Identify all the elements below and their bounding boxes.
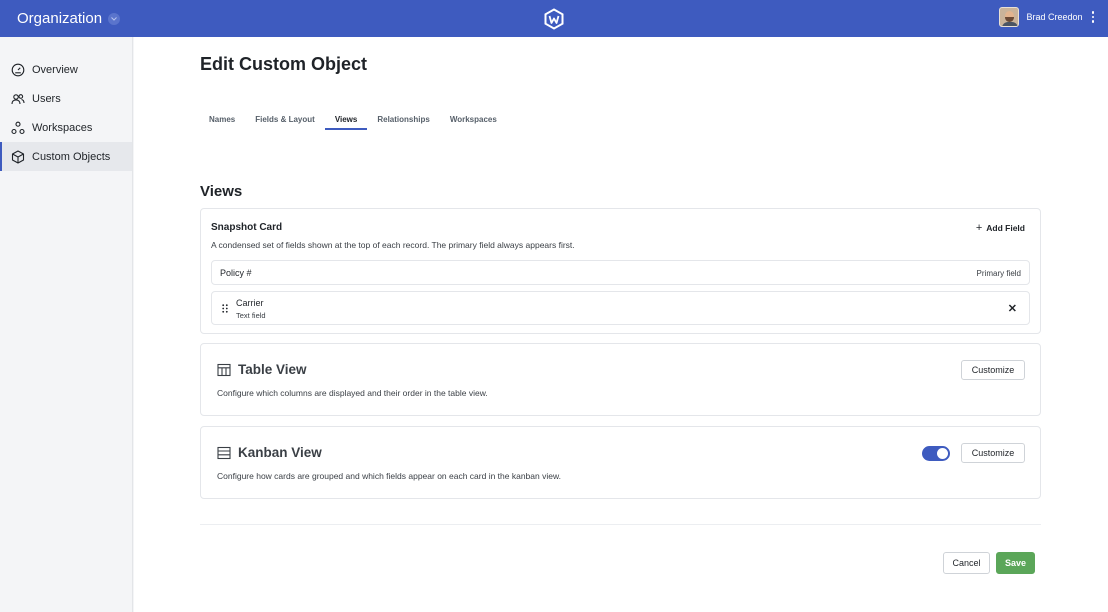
users-icon	[11, 93, 25, 104]
tab-relationships[interactable]: Relationships	[377, 115, 429, 130]
user-name: Brad Creedon	[1026, 12, 1083, 22]
customize-table-button[interactable]: Customize	[961, 360, 1025, 380]
kebab-menu-icon[interactable]	[1091, 11, 1094, 23]
table-view-card: Table View Configure which columns are d…	[200, 343, 1041, 416]
org-switcher[interactable]: Organization	[0, 10, 121, 27]
tab-names[interactable]: Names	[209, 115, 235, 130]
sidebar: Overview Users Workspaces Custom Objects	[0, 37, 133, 612]
sidebar-item-overview[interactable]: Overview	[0, 55, 132, 84]
drag-handle-icon[interactable]	[222, 304, 228, 313]
primary-field-row: Policy # Primary field	[211, 260, 1030, 285]
divider	[200, 524, 1041, 525]
table-view-description: Configure which columns are displayed an…	[217, 388, 488, 398]
tab-fields-layout[interactable]: Fields & Layout	[255, 115, 315, 130]
sidebar-item-workspaces[interactable]: Workspaces	[0, 113, 132, 142]
save-button[interactable]: Save	[996, 552, 1035, 574]
snapshot-card: Snapshot Card A condensed set of fields …	[200, 208, 1041, 334]
table-view-title: Table View	[238, 362, 307, 377]
sidebar-item-label: Users	[32, 92, 61, 105]
table-icon	[217, 363, 231, 376]
tab-bar: Names Fields & Layout Views Relationship…	[209, 115, 517, 130]
org-label: Organization	[17, 10, 103, 27]
user-menu[interactable]: Brad Creedon	[999, 7, 1094, 27]
gauge-icon	[11, 63, 25, 76]
sidebar-item-label: Overview	[32, 63, 78, 76]
field-row[interactable]: Carrier Text field ✕	[211, 291, 1030, 325]
sidebar-item-custom-objects[interactable]: Custom Objects	[0, 142, 132, 171]
avatar	[999, 7, 1020, 27]
sidebar-item-label: Workspaces	[32, 121, 93, 134]
field-type: Text field	[236, 311, 266, 320]
top-bar: Organization Brad Creedon	[0, 0, 1108, 37]
kanban-icon	[217, 446, 231, 459]
kanban-view-card: Kanban View Configure how cards are grou…	[200, 426, 1041, 499]
cancel-button[interactable]: Cancel	[943, 552, 990, 574]
kanban-view-toggle[interactable]	[922, 446, 950, 461]
kanban-view-title: Kanban View	[238, 445, 322, 460]
field-name: Policy #	[220, 268, 252, 278]
remove-field-icon[interactable]: ✕	[1008, 302, 1017, 315]
sidebar-item-label: Custom Objects	[32, 150, 111, 163]
snapshot-card-description: A condensed set of fields shown at the t…	[211, 240, 575, 250]
section-title: Views	[200, 183, 243, 200]
workspaces-icon	[11, 121, 25, 134]
add-field-label: Add Field	[986, 223, 1025, 233]
plus-icon: +	[975, 222, 983, 234]
tab-workspaces[interactable]: Workspaces	[450, 115, 497, 130]
kanban-view-description: Configure how cards are grouped and whic…	[217, 471, 561, 481]
primary-field-badge: Primary field	[976, 269, 1021, 278]
sidebar-item-users[interactable]: Users	[0, 84, 132, 113]
snapshot-card-title: Snapshot Card	[211, 222, 283, 233]
field-name: Carrier	[236, 298, 264, 308]
tab-views[interactable]: Views	[324, 115, 368, 130]
main-content: Edit Custom Object Names Fields & Layout…	[134, 37, 1108, 612]
cube-icon	[11, 149, 25, 164]
customize-kanban-button[interactable]: Customize	[961, 443, 1025, 463]
chevron-down-icon	[108, 12, 121, 25]
page-title: Edit Custom Object	[200, 54, 368, 74]
app-logo-icon[interactable]	[543, 8, 565, 30]
add-field-button[interactable]: + Add Field	[976, 222, 1025, 234]
